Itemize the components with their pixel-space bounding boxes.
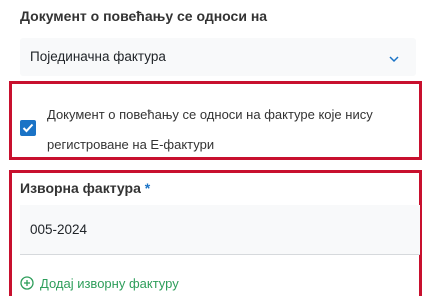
increase-doc-label: Документ о повећању се односи на — [20, 8, 268, 24]
source-invoice-label-text: Изворна фактура — [20, 180, 141, 196]
plus-circle-icon — [20, 276, 34, 290]
source-invoice-input[interactable] — [20, 205, 420, 255]
chevron-down-icon[interactable] — [388, 51, 400, 63]
increase-doc-select[interactable]: Појединачна фактура — [20, 38, 416, 76]
increase-doc-select-value: Појединачна фактура — [30, 49, 166, 64]
source-invoice-label: Изворна фактура * — [20, 180, 150, 196]
add-source-invoice-link[interactable]: Додај изворну фактуру — [20, 274, 179, 292]
invoice-form: Документ о повећању се односи на Поједин… — [0, 0, 424, 296]
unregistered-invoices-checkbox[interactable] — [20, 120, 36, 136]
checkmark-icon — [22, 123, 34, 133]
add-source-invoice-label: Додај изворну фактуру — [40, 275, 179, 291]
checkbox-label-line1: Документ о повећању се односи на фактуре… — [47, 107, 373, 122]
required-mark: * — [144, 180, 151, 196]
checkbox-label-line2: регистроване на Е-фактури — [47, 137, 215, 152]
